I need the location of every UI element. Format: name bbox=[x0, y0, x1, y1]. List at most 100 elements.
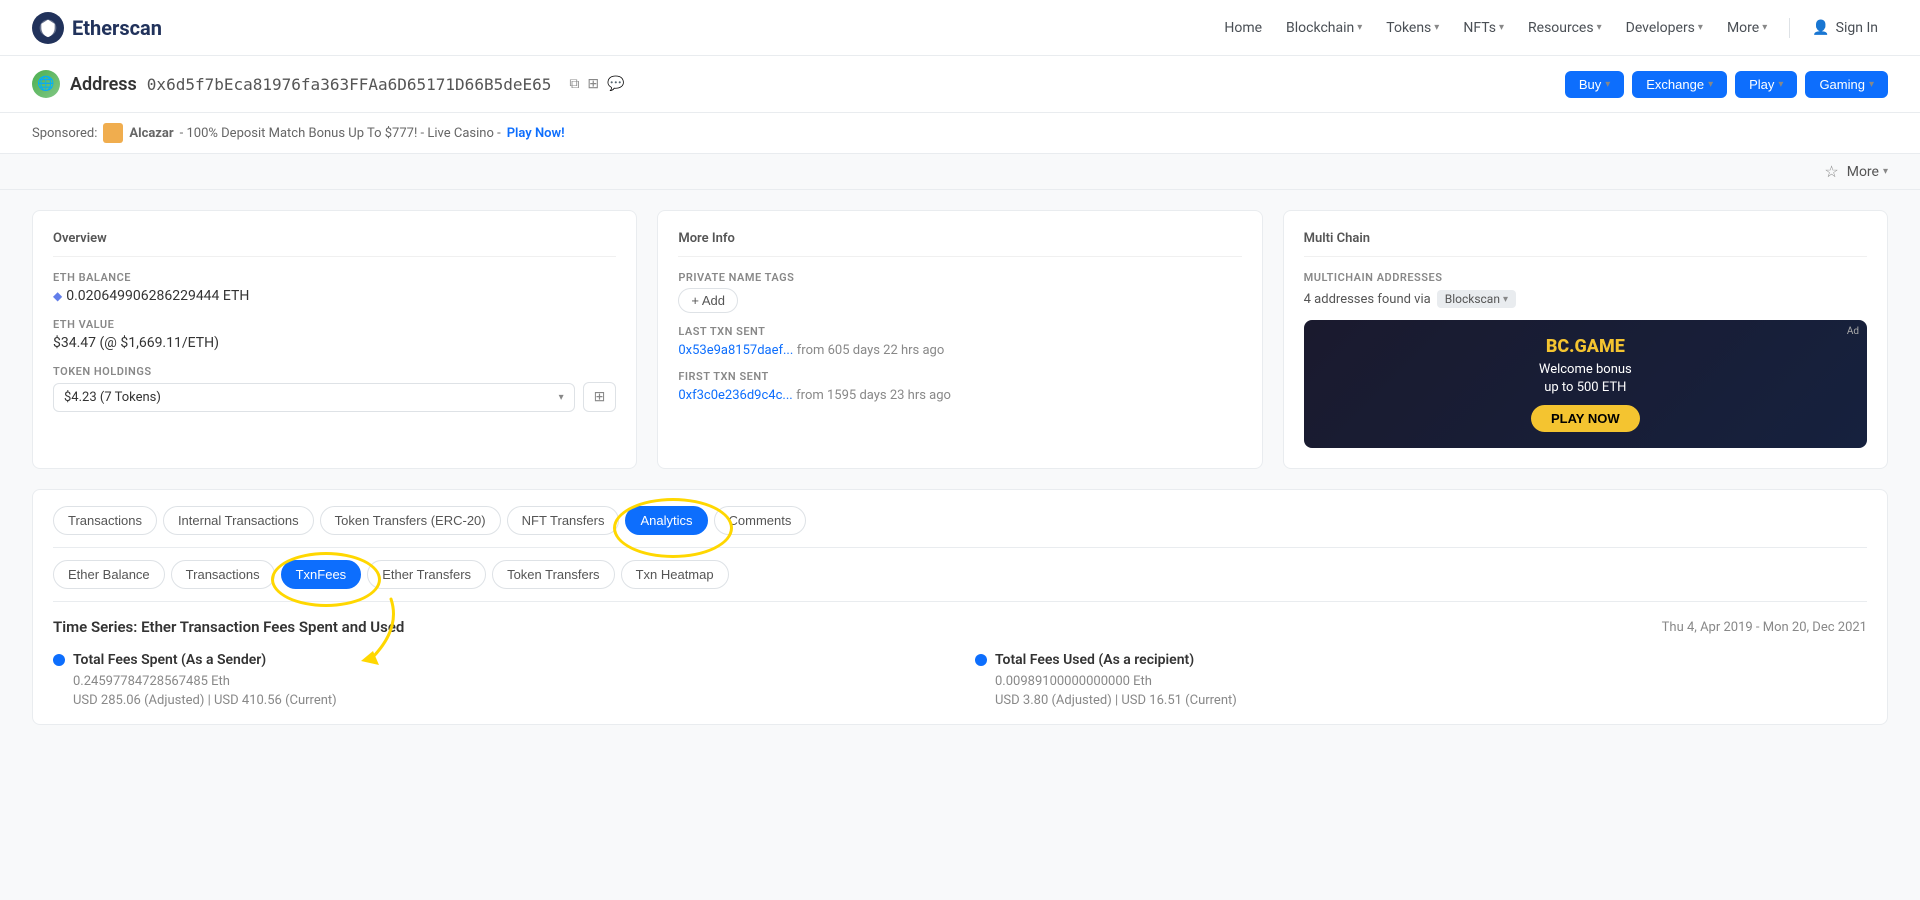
main-tabs-row: Transactions Internal Transactions Token… bbox=[53, 506, 1867, 548]
nav-resources[interactable]: Resources ▾ bbox=[1518, 14, 1612, 42]
recipient-usd: USD 3.80 (Adjusted) | USD 16.51 (Current… bbox=[995, 693, 1867, 708]
sub-tab-txnfees[interactable]: TxnFees bbox=[281, 560, 362, 589]
address-label: Address bbox=[70, 74, 137, 95]
multi-chain-title: Multi Chain bbox=[1304, 231, 1867, 257]
gaming-button[interactable]: Gaming ▾ bbox=[1805, 71, 1888, 98]
nav-links: Home Blockchain ▾ Tokens ▾ NFTs ▾ Resour… bbox=[1214, 14, 1888, 42]
brand-name: Etherscan bbox=[72, 16, 162, 40]
more-dropdown[interactable]: More ▾ bbox=[1847, 164, 1888, 180]
chat-icon[interactable]: 💬 bbox=[607, 76, 624, 92]
token-dropdown-chevron: ▾ bbox=[559, 392, 564, 403]
recipient-stat-header: Total Fees Used (As a recipient) bbox=[975, 652, 1867, 668]
address-action-icons: ⧉ ⊞ 💬 bbox=[569, 76, 624, 92]
nav-nfts[interactable]: NFTs ▾ bbox=[1453, 14, 1514, 42]
recipient-label: Total Fees Used (As a recipient) bbox=[995, 652, 1194, 668]
nav-blockchain[interactable]: Blockchain ▾ bbox=[1276, 14, 1372, 42]
token-select-dropdown[interactable]: $4.23 (7 Tokens) ▾ bbox=[53, 383, 575, 412]
date-range: Thu 4, Apr 2019 - Mon 20, Dec 2021 bbox=[1662, 620, 1867, 635]
buy-button[interactable]: Buy ▾ bbox=[1565, 71, 1624, 98]
sender-dot bbox=[53, 654, 65, 666]
nav-home[interactable]: Home bbox=[1214, 14, 1272, 42]
sponsor-cta[interactable]: Play Now! bbox=[507, 126, 565, 141]
star-button[interactable]: ☆ bbox=[1824, 162, 1838, 181]
eth-value-label: ETH VALUE bbox=[53, 318, 616, 331]
nav-tokens[interactable]: Tokens ▾ bbox=[1376, 14, 1449, 42]
last-txn-label: LAST TXN SENT bbox=[678, 325, 1241, 338]
token-row: $4.23 (7 Tokens) ▾ ⊞ bbox=[53, 382, 616, 412]
bc-play-button[interactable]: PLAY NOW bbox=[1531, 405, 1640, 432]
nav-more[interactable]: More ▾ bbox=[1717, 14, 1777, 42]
first-txn-label: FIRST TXN SENT bbox=[678, 370, 1241, 383]
play-button[interactable]: Play ▾ bbox=[1735, 71, 1797, 98]
eth-value-field: ETH VALUE $34.47 (@ $1,669.11/ETH) bbox=[53, 318, 616, 351]
ad-label: Ad bbox=[1847, 326, 1859, 337]
sponsor-desc: - 100% Deposit Match Bonus Up To $777! -… bbox=[180, 126, 501, 141]
cards-row: Overview ETH BALANCE ◆ 0.020649906286229… bbox=[32, 210, 1888, 469]
more-dropdown-chevron: ▾ bbox=[1883, 166, 1888, 177]
sender-usd: USD 285.06 (Adjusted) | USD 410.56 (Curr… bbox=[73, 693, 945, 708]
user-icon: 👤 bbox=[1812, 20, 1829, 36]
private-tags-label: PRIVATE NAME TAGS bbox=[678, 271, 1241, 284]
token-holdings-label: TOKEN HOLDINGS bbox=[53, 365, 616, 378]
sub-tab-txn-heatmap[interactable]: Txn Heatmap bbox=[621, 560, 729, 589]
tab-internal-transactions[interactable]: Internal Transactions bbox=[163, 506, 314, 535]
sponsor-name: Alcazar bbox=[129, 126, 173, 141]
analytics-header: Time Series: Ether Transaction Fees Spen… bbox=[53, 618, 1867, 636]
main-content: Overview ETH BALANCE ◆ 0.020649906286229… bbox=[0, 190, 1920, 745]
tab-token-transfers[interactable]: Token Transfers (ERC-20) bbox=[320, 506, 501, 535]
token-holdings-field: TOKEN HOLDINGS $4.23 (7 Tokens) ▾ ⊞ bbox=[53, 365, 616, 412]
sub-tab-ether-transfers[interactable]: Ether Transfers bbox=[367, 560, 486, 589]
address-left: 🌐 Address 0x6d5f7bEca81976fa363FFAa6D651… bbox=[32, 70, 625, 98]
nav-developers[interactable]: Developers ▾ bbox=[1616, 14, 1713, 42]
token-grid-button[interactable]: ⊞ bbox=[583, 382, 617, 412]
sponsor-logo bbox=[103, 123, 123, 143]
multichain-found: 4 addresses found via Blockscan ▾ bbox=[1304, 290, 1867, 308]
add-tag-button[interactable]: + Add bbox=[678, 288, 738, 313]
sub-tab-token-transfers[interactable]: Token Transfers bbox=[492, 560, 615, 589]
last-txn-time: from 605 days 22 hrs ago bbox=[797, 343, 945, 358]
nfts-chevron: ▾ bbox=[1499, 22, 1504, 33]
sub-tabs-row: Ether Balance Transactions TxnFees Ether… bbox=[53, 560, 1867, 602]
qr-icon[interactable]: ⊞ bbox=[587, 76, 599, 92]
last-txn-hash[interactable]: 0x53e9a8157daef... bbox=[678, 343, 793, 358]
multichain-addresses-label: MULTICHAIN ADDRESSES bbox=[1304, 271, 1867, 284]
bc-game-logo: BC.GAME bbox=[1546, 336, 1625, 357]
blockscan-badge[interactable]: Blockscan ▾ bbox=[1437, 290, 1516, 308]
exchange-button[interactable]: Exchange ▾ bbox=[1632, 71, 1727, 98]
sender-eth: 0.24597784728567485 Eth bbox=[73, 674, 945, 689]
nav-divider bbox=[1789, 18, 1790, 38]
address-bar: 🌐 Address 0x6d5f7bEca81976fa363FFAa6D651… bbox=[0, 56, 1920, 113]
recipient-eth: 0.00989100000000000 Eth bbox=[995, 674, 1867, 689]
address-hash[interactable]: 0x6d5f7bEca81976fa363FFAa6D65171D66B5deE… bbox=[147, 75, 552, 94]
blockscan-chevron: ▾ bbox=[1503, 294, 1508, 305]
overview-card: Overview ETH BALANCE ◆ 0.020649906286229… bbox=[32, 210, 637, 469]
tab-comments[interactable]: Comments bbox=[714, 506, 807, 535]
sign-in-button[interactable]: 👤 Sign In bbox=[1802, 14, 1888, 42]
copy-icon[interactable]: ⧉ bbox=[569, 76, 579, 92]
brand-logo[interactable]: Etherscan bbox=[32, 12, 162, 44]
first-txn-hash[interactable]: 0xf3c0e236d9c4c... bbox=[678, 388, 792, 403]
ad-banner: Ad BC.GAME Welcome bonusup to 500 ETH PL… bbox=[1304, 320, 1867, 448]
first-txn-field: FIRST TXN SENT 0xf3c0e236d9c4c... from 1… bbox=[678, 370, 1241, 403]
sponsored-label: Sponsored: bbox=[32, 126, 97, 141]
buy-chevron: ▾ bbox=[1605, 79, 1610, 90]
sender-stats: Total Fees Spent (As a Sender) 0.2459778… bbox=[53, 652, 945, 708]
exchange-chevron: ▾ bbox=[1708, 79, 1713, 90]
eth-diamond-icon: ◆ bbox=[53, 289, 62, 303]
tab-analytics[interactable]: Analytics bbox=[625, 506, 707, 535]
first-txn-time: from 1595 days 23 hrs ago bbox=[796, 388, 951, 403]
tab-nft-transfers[interactable]: NFT Transfers bbox=[507, 506, 620, 535]
sub-tab-ether-balance[interactable]: Ether Balance bbox=[53, 560, 165, 589]
last-txn-field: LAST TXN SENT 0x53e9a8157daef... from 60… bbox=[678, 325, 1241, 358]
more-nav-chevron: ▾ bbox=[1762, 22, 1767, 33]
recipient-dot bbox=[975, 654, 987, 666]
recipient-stats: Total Fees Used (As a recipient) 0.00989… bbox=[975, 652, 1867, 708]
play-chevron: ▾ bbox=[1778, 79, 1783, 90]
blockchain-chevron: ▾ bbox=[1357, 22, 1362, 33]
sub-tab-transactions[interactable]: Transactions bbox=[171, 560, 275, 589]
more-info-card: More Info PRIVATE NAME TAGS + Add LAST T… bbox=[657, 210, 1262, 469]
tab-transactions[interactable]: Transactions bbox=[53, 506, 157, 535]
navbar: Etherscan Home Blockchain ▾ Tokens ▾ NFT… bbox=[0, 0, 1920, 56]
stats-grid: Total Fees Spent (As a Sender) 0.2459778… bbox=[53, 652, 1867, 708]
address-identicon: 🌐 bbox=[32, 70, 60, 98]
